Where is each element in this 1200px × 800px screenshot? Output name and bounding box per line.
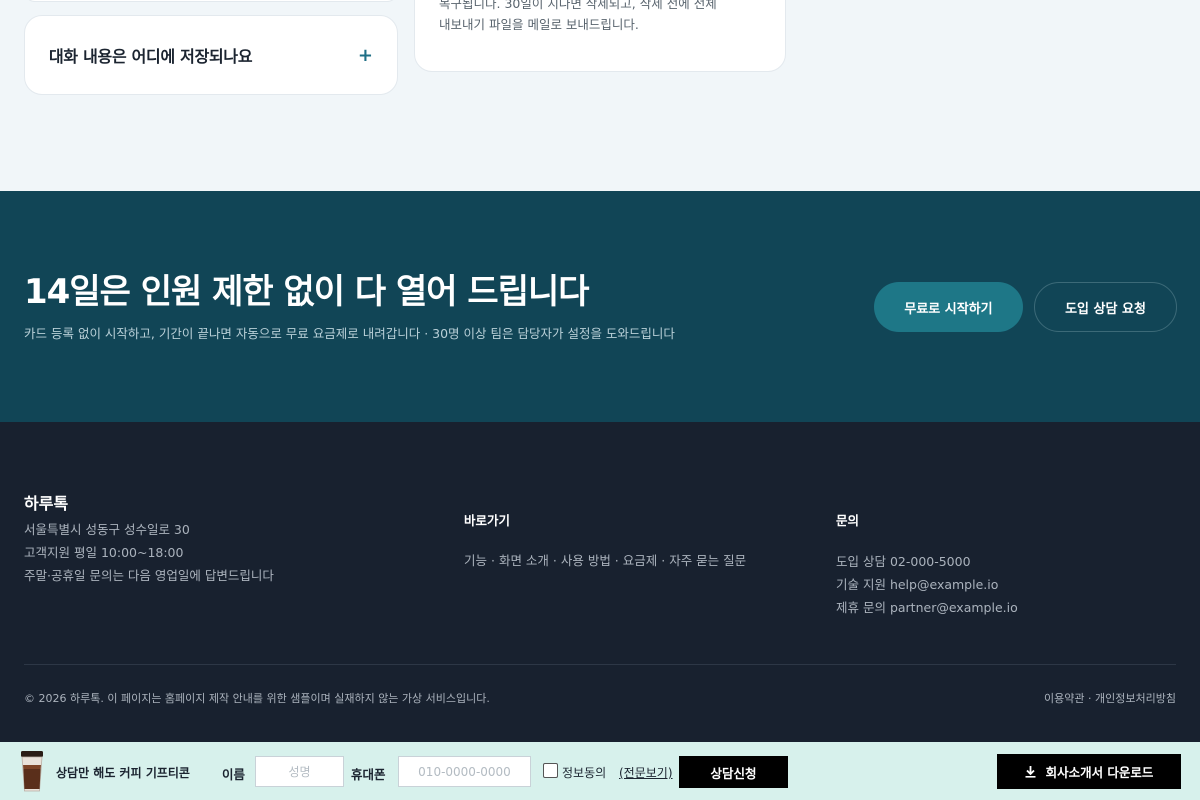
cta-subtitle: 카드 등록 없이 시작하고, 기간이 끝나면 자동으로 무료 요금제로 내려갑니… — [24, 326, 675, 341]
faq-section: 대화 내용은 어디에 저장되나요 + 복구됩니다. 30일이 지나면 삭제되고,… — [0, 0, 1200, 191]
contact-partner: 제휴 문의 partner@example.io — [836, 600, 1018, 615]
link-terms[interactable]: 이용약관 — [1044, 692, 1084, 705]
consult-submit-button[interactable]: 상담신청 — [679, 756, 788, 788]
contact-sales: 도입 상담 02-000-5000 — [836, 554, 971, 569]
link-features[interactable]: 기능 — [464, 553, 487, 568]
cta-title: 14일은 인원 제한 없이 다 열어 드립니다 — [24, 272, 590, 312]
download-icon — [1025, 765, 1036, 778]
request-consult-button[interactable]: 도입 상담 요청 — [1034, 282, 1177, 332]
contact-title: 문의 — [836, 513, 860, 528]
name-input[interactable] — [255, 756, 344, 787]
footer-divider — [24, 664, 1176, 665]
faq-answer-line-cut: 복구됩니다. 30일이 지나면 삭제되고, 삭제 전에 전체 — [439, 0, 717, 11]
faq-answer-line: 내보내기 파일을 메일로 보내드립니다. — [439, 17, 639, 32]
footer-brand: 하루톡 — [24, 494, 69, 513]
faq-item[interactable]: 대화 내용은 어디에 저장되나요 + — [24, 15, 398, 95]
agree-checkbox[interactable] — [543, 763, 558, 778]
agree-label: 정보동의 — [562, 766, 607, 780]
download-brochure-button[interactable]: 회사소개서 다운로드 — [997, 754, 1181, 789]
faq-question: 대화 내용은 어디에 저장되나요 — [49, 47, 253, 66]
address-line: 서울특별시 성동구 성수일로 30 — [24, 522, 190, 537]
link-pricing[interactable]: 요금제 — [623, 553, 658, 568]
phone-input[interactable] — [398, 756, 531, 787]
support-hours-line: 고객지원 평일 10:00~18:00 — [24, 545, 184, 560]
link-screens[interactable]: 화면 소개 — [499, 553, 549, 568]
start-free-button[interactable]: 무료로 시작하기 — [874, 282, 1023, 332]
link-how-to[interactable]: 사용 방법 — [561, 553, 611, 568]
coffee-cup-icon — [21, 751, 43, 792]
link-faq[interactable]: 자주 묻는 질문 — [669, 553, 746, 568]
copyright: © 2026 하루톡. 이 페이지는 홈페이지 제작 안내를 위한 샘플이며 실… — [24, 692, 490, 705]
shortcut-links: 기능 · 화면 소개 · 사용 방법 · 요금제 · 자주 묻는 질문 — [464, 553, 747, 568]
download-button-label: 회사소개서 다운로드 — [1045, 765, 1154, 780]
plus-icon[interactable]: + — [358, 45, 373, 66]
legal-links: 이용약관 · 개인정보처리방침 — [1044, 692, 1176, 705]
contact-list: 도입 상담 02-000-5000 기술 지원 help@example.io … — [836, 550, 1018, 619]
weekend-notice-line: 주말·공휴일 문의는 다음 영업일에 답변드립니다 — [24, 568, 274, 583]
faq-answer-card: 복구됩니다. 30일이 지나면 삭제되고, 삭제 전에 전체 내보내기 파일을 … — [414, 0, 786, 72]
phone-label: 휴대폰 — [351, 767, 386, 782]
shortcuts-title: 바로가기 — [464, 513, 511, 528]
name-label: 이름 — [222, 767, 246, 782]
faq-item-previous[interactable] — [24, 0, 398, 2]
link-privacy[interactable]: 개인정보처리방침 — [1095, 692, 1176, 705]
footer-address: 서울특별시 성동구 성수일로 30 고객지원 평일 10:00~18:00 주말… — [24, 518, 274, 587]
agree-terms-link[interactable]: (전문보기) — [619, 764, 673, 781]
contact-support: 기술 지원 help@example.io — [836, 577, 999, 592]
promo-text: 상담만 해도 커피 기프티콘 — [56, 766, 190, 780]
